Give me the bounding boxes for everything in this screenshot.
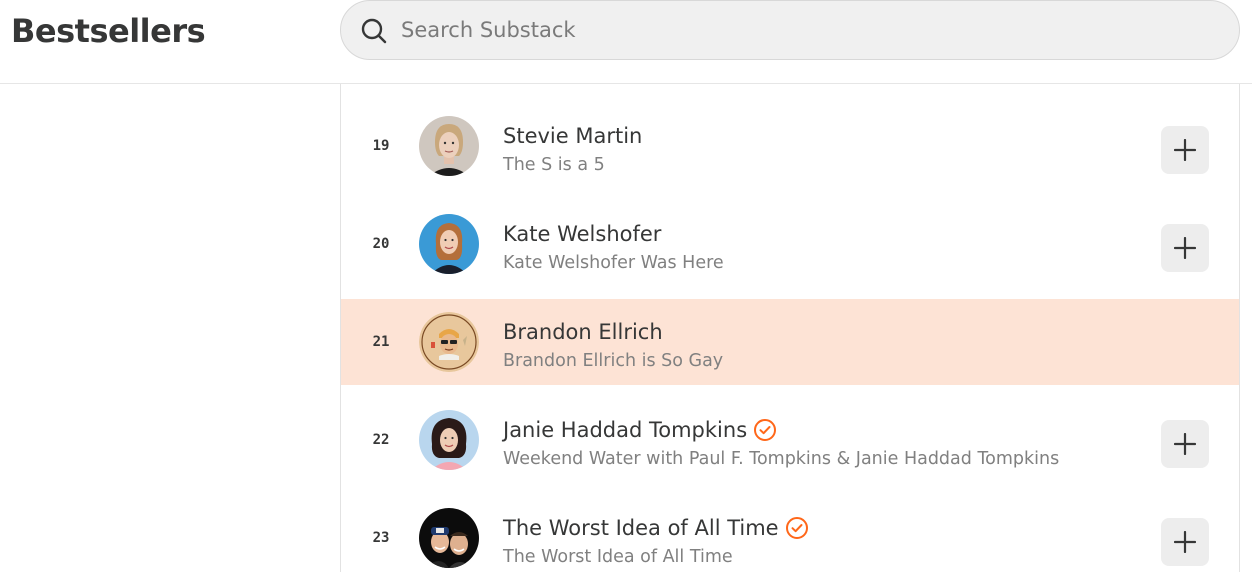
rank-number: 21 [372,334,390,350]
author-name[interactable]: Brandon Ellrich [503,320,663,344]
plus-icon [1174,433,1196,455]
list-item-highlighted[interactable]: 21 Brandon Ellrich Brandon Ellrich is So… [341,299,1239,385]
rank-number: 19 [372,138,390,154]
author-name[interactable]: Janie Haddad Tompkins [503,418,747,442]
plus-icon [1174,531,1196,553]
publication-name[interactable]: Kate Welshofer Was Here [503,253,724,273]
top-bar: Bestsellers [0,0,1252,84]
search-bar[interactable] [340,0,1240,60]
page-title: Bestsellers [11,12,206,50]
plus-icon [1174,237,1196,259]
publication-name[interactable]: The S is a 5 [503,155,605,175]
list-item[interactable]: 22 Janie Haddad Tompkins Weekend Water w… [341,397,1239,483]
rank-number: 23 [372,530,390,546]
bestsellers-list: 19 Stevie Martin The S is a 5 20 Kate We… [340,84,1240,572]
list-item[interactable]: 19 Stevie Martin The S is a 5 [341,103,1239,189]
publication-name[interactable]: The Worst Idea of All Time [503,547,733,567]
avatar[interactable] [419,116,479,176]
publication-name[interactable]: Weekend Water with Paul F. Tompkins & Ja… [503,449,1059,469]
author-name[interactable]: Stevie Martin [503,124,642,148]
author-name[interactable]: The Worst Idea of All Time [503,516,779,540]
search-input[interactable] [401,1,1201,59]
verified-badge-icon [753,418,777,442]
avatar[interactable] [419,508,479,568]
search-icon [360,17,388,45]
avatar[interactable] [419,214,479,274]
subscribe-button[interactable] [1161,518,1209,566]
avatar[interactable] [419,410,479,470]
subscribe-button[interactable] [1161,224,1209,272]
subscribe-button[interactable] [1161,126,1209,174]
publication-name[interactable]: Brandon Ellrich is So Gay [503,351,723,371]
plus-icon [1174,139,1196,161]
list-item[interactable]: 20 Kate Welshofer Kate Welshofer Was Her… [341,201,1239,287]
avatar[interactable] [419,312,479,372]
subscribe-button[interactable] [1161,420,1209,468]
rank-number: 22 [372,432,390,448]
list-item[interactable]: 23 The Worst Idea of All Time The Worst … [341,495,1239,572]
verified-badge-icon [785,516,809,540]
rank-number: 20 [372,236,390,252]
author-name[interactable]: Kate Welshofer [503,222,661,246]
